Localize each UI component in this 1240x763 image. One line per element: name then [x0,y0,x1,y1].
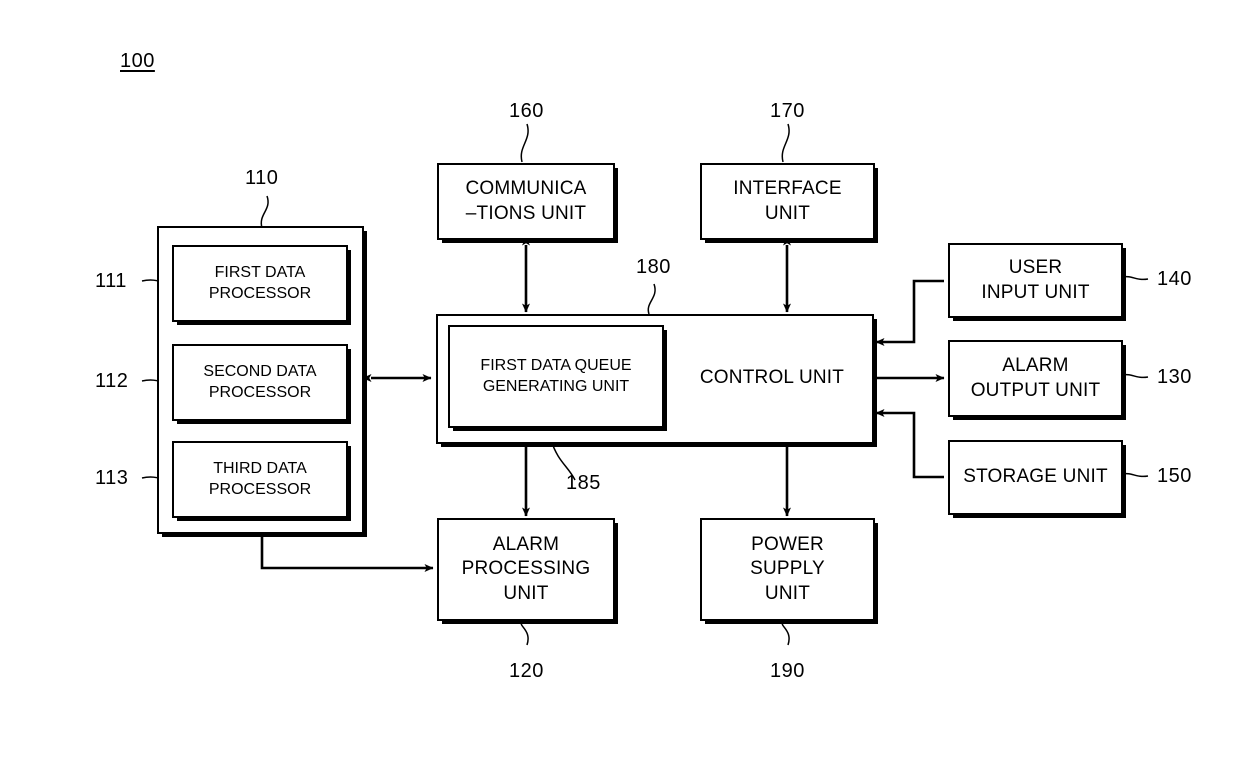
refnum-113: 113 [95,467,129,489]
communications-unit-label: COMMUNICA –TIONS UNIT [465,178,587,224]
refnum-170: 170 [770,100,805,122]
connector-dataproc-to-alarmproc [260,536,434,572]
communications-unit-box[interactable]: COMMUNICA –TIONS UNIT [437,163,615,240]
refnum-system-100: 100 [120,50,155,72]
alarm-processing-unit-label: ALARM PROCESSING UNIT [461,534,591,604]
refnum-180: 180 [636,256,671,278]
refnum-150: 150 [1157,465,1192,487]
second-data-processor-label: SECOND DATA PROCESSOR [203,363,317,401]
leader-120 [520,621,529,646]
first-data-processor-box[interactable]: FIRST DATA PROCESSOR [172,245,348,322]
refnum-120: 120 [509,660,544,682]
second-data-processor-box[interactable]: SECOND DATA PROCESSOR [172,344,348,421]
leader-190 [781,621,790,646]
leader-170 [781,123,790,163]
user-input-unit-box[interactable]: USER INPUT UNIT [948,243,1123,318]
refnum-130: 130 [1157,366,1192,388]
third-data-processor-box[interactable]: THIRD DATA PROCESSOR [172,441,348,518]
refnum-111: 111 [95,270,127,292]
patent-figure: 100 110 FIRST DATA PROCESSOR 111 SECOND … [0,0,1240,763]
refnum-110: 110 [245,167,279,189]
alarm-output-unit-box[interactable]: ALARM OUTPUT UNIT [948,340,1123,417]
power-supply-unit-box[interactable]: POWER SUPPLY UNIT [700,518,875,621]
first-data-queue-generating-unit-box[interactable]: FIRST DATA QUEUE GENERATING UNIT [448,325,664,428]
refnum-112: 112 [95,370,129,392]
interface-unit-label: INTERFACE UNIT [733,178,842,224]
leader-130 [1121,373,1149,379]
third-data-processor-label: THIRD DATA PROCESSOR [208,460,312,498]
storage-unit-label: STORAGE UNIT [963,466,1108,488]
interface-unit-box[interactable]: INTERFACE UNIT [700,163,875,240]
refnum-140: 140 [1157,268,1192,290]
refnum-160: 160 [509,100,544,122]
first-data-queue-generating-unit-label: FIRST DATA QUEUE GENERATING UNIT [480,357,632,395]
power-supply-unit-label: POWER SUPPLY UNIT [750,534,825,604]
first-data-processor-label: FIRST DATA PROCESSOR [208,264,312,302]
leader-150 [1121,472,1149,478]
leader-110 [260,195,269,229]
storage-unit-box[interactable]: STORAGE UNIT [948,440,1123,515]
user-input-unit-label: USER INPUT UNIT [981,257,1090,303]
connector-storage-to-control [875,409,944,479]
alarm-processing-unit-box[interactable]: ALARM PROCESSING UNIT [437,518,615,621]
alarm-output-unit-label: ALARM OUTPUT UNIT [970,355,1101,401]
leader-180 [647,283,656,315]
leader-140 [1121,275,1149,281]
refnum-185: 185 [566,472,601,494]
leader-160 [520,123,529,163]
control-unit-label: CONTROL UNIT [699,367,845,388]
refnum-190: 190 [770,660,805,682]
connector-userinput-to-control [875,279,944,346]
